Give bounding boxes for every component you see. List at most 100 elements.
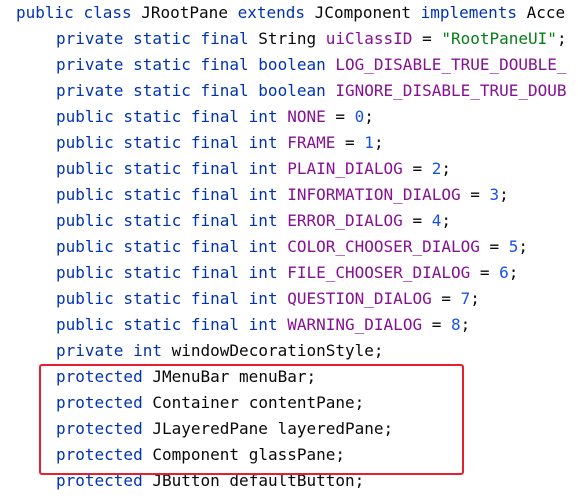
- modifiers: private static final: [56, 55, 249, 74]
- field-name: defaultButton: [229, 471, 355, 490]
- modifiers: private static final: [56, 29, 249, 48]
- code-line: private static final String uiClassID = …: [56, 26, 567, 52]
- modifiers: private: [56, 341, 124, 360]
- assign-operator: =: [422, 315, 451, 334]
- semicolon: ;: [508, 263, 519, 282]
- field-type: Container: [152, 393, 240, 412]
- code-line: protected Component glassPane;: [56, 442, 345, 468]
- field-type: int: [248, 289, 278, 308]
- number-literal: 6: [499, 263, 509, 282]
- semicolon: ;: [354, 471, 365, 490]
- modifiers: public static final: [56, 315, 240, 334]
- field-name: glassPane: [248, 445, 336, 464]
- assign-operator: =: [325, 107, 355, 126]
- field-name: menuBar: [239, 367, 307, 386]
- field-name: FILE_CHOOSER_DIALOG: [287, 263, 471, 282]
- semicolon: ;: [499, 185, 509, 204]
- field-type: int: [248, 315, 278, 334]
- field-type: int: [248, 211, 278, 230]
- field-name: windowDecorationStyle: [171, 341, 374, 360]
- semicolon: ;: [441, 211, 451, 230]
- code-line: private static final boolean IGNORE_DISA…: [56, 78, 567, 104]
- semicolon: ;: [364, 107, 374, 126]
- field-name: contentPane: [248, 393, 355, 412]
- code-line: public static final int INFORMATION_DIAL…: [56, 182, 509, 208]
- modifiers: public static final: [56, 263, 240, 282]
- field-name: FRAME: [287, 133, 336, 152]
- semicolon: ;: [470, 289, 480, 308]
- field-type: int: [248, 159, 278, 178]
- modifiers: public static final: [56, 289, 240, 308]
- field-type: boolean: [258, 81, 326, 100]
- semicolon: ;: [518, 237, 529, 256]
- number-literal: 1: [364, 133, 374, 152]
- number-literal: 5: [508, 237, 519, 256]
- field-type: int: [248, 263, 278, 282]
- code-line: public static final int ERROR_DIALOG = 4…: [56, 208, 451, 234]
- modifiers: public static final: [56, 185, 240, 204]
- superclass-name: JComponent: [314, 3, 411, 22]
- field-type: int: [133, 341, 162, 360]
- modifiers: public static final: [56, 133, 240, 152]
- assign-operator: =: [460, 185, 490, 204]
- number-literal: 8: [450, 315, 461, 334]
- keyword: implements: [420, 3, 517, 22]
- field-type: JLayeredPane: [152, 419, 268, 438]
- assign-operator: =: [412, 29, 442, 48]
- field-name: LOG_DISABLE_TRUE_DOUBLE_: [335, 55, 567, 74]
- number-literal: 4: [431, 211, 442, 230]
- field-type: int: [248, 237, 278, 256]
- field-name: ERROR_DIALOG: [287, 211, 403, 230]
- class-declaration-line: public class JRootPane extends JComponen…: [16, 0, 565, 26]
- field-name: NONE: [287, 107, 326, 126]
- field-name: WARNING_DIALOG: [287, 315, 423, 334]
- field-type: String: [258, 29, 317, 48]
- code-line: public static final int COLOR_CHOOSER_DI…: [56, 234, 528, 260]
- code-line: protected JLayeredPane layeredPane;: [56, 416, 393, 442]
- code-line: public static final int FILE_CHOOSER_DIA…: [56, 260, 518, 286]
- modifiers: public static final: [56, 159, 240, 178]
- field-type: JMenuBar: [152, 367, 230, 386]
- field-name: uiClassID: [325, 29, 413, 48]
- keyword: public: [16, 3, 74, 22]
- keyword: extends: [237, 3, 306, 22]
- semicolon: ;: [460, 315, 471, 334]
- semicolon: ;: [441, 159, 451, 178]
- semicolon: ;: [373, 133, 384, 152]
- semicolon: ;: [556, 29, 567, 48]
- semicolon: ;: [373, 341, 384, 360]
- code-line: protected JMenuBar menuBar;: [56, 364, 316, 390]
- number-literal: 3: [489, 185, 500, 204]
- field-name: layeredPane: [277, 419, 384, 438]
- modifiers: protected: [56, 471, 143, 490]
- assign-operator: =: [402, 211, 432, 230]
- class-name: JRootPane: [141, 3, 228, 22]
- code-line: private int windowDecorationStyle;: [56, 338, 384, 364]
- assign-operator: =: [470, 263, 500, 282]
- modifiers: protected: [56, 367, 143, 386]
- field-name: INFORMATION_DIALOG: [287, 185, 461, 204]
- modifiers: protected: [56, 393, 143, 412]
- code-line: protected JButton defaultButton;: [56, 468, 364, 494]
- code-line: public static final int WARNING_DIALOG =…: [56, 312, 470, 338]
- assign-operator: =: [479, 237, 509, 256]
- assign-operator: =: [431, 289, 461, 308]
- code-editor[interactable]: public class JRootPane extends JComponen…: [0, 0, 578, 499]
- field-type: boolean: [258, 55, 326, 74]
- code-line: public static final int PLAIN_DIALOG = 2…: [56, 156, 451, 182]
- field-type: JButton: [152, 471, 220, 490]
- code-line: public static final int FRAME = 1;: [56, 130, 384, 156]
- code-line: protected Container contentPane;: [56, 390, 364, 416]
- number-literal: 2: [431, 159, 442, 178]
- keyword: class: [83, 3, 132, 22]
- field-type: int: [248, 107, 278, 126]
- semicolon: ;: [354, 393, 365, 412]
- assign-operator: =: [335, 133, 365, 152]
- field-name: COLOR_CHOOSER_DIALOG: [287, 237, 480, 256]
- interface-name: Acce: [526, 3, 566, 22]
- modifiers: public static final: [56, 107, 240, 126]
- number-literal: 0: [354, 107, 365, 126]
- modifiers: protected: [56, 419, 143, 438]
- field-name: IGNORE_DISABLE_TRUE_DOUB: [335, 81, 567, 100]
- modifiers: protected: [56, 445, 143, 464]
